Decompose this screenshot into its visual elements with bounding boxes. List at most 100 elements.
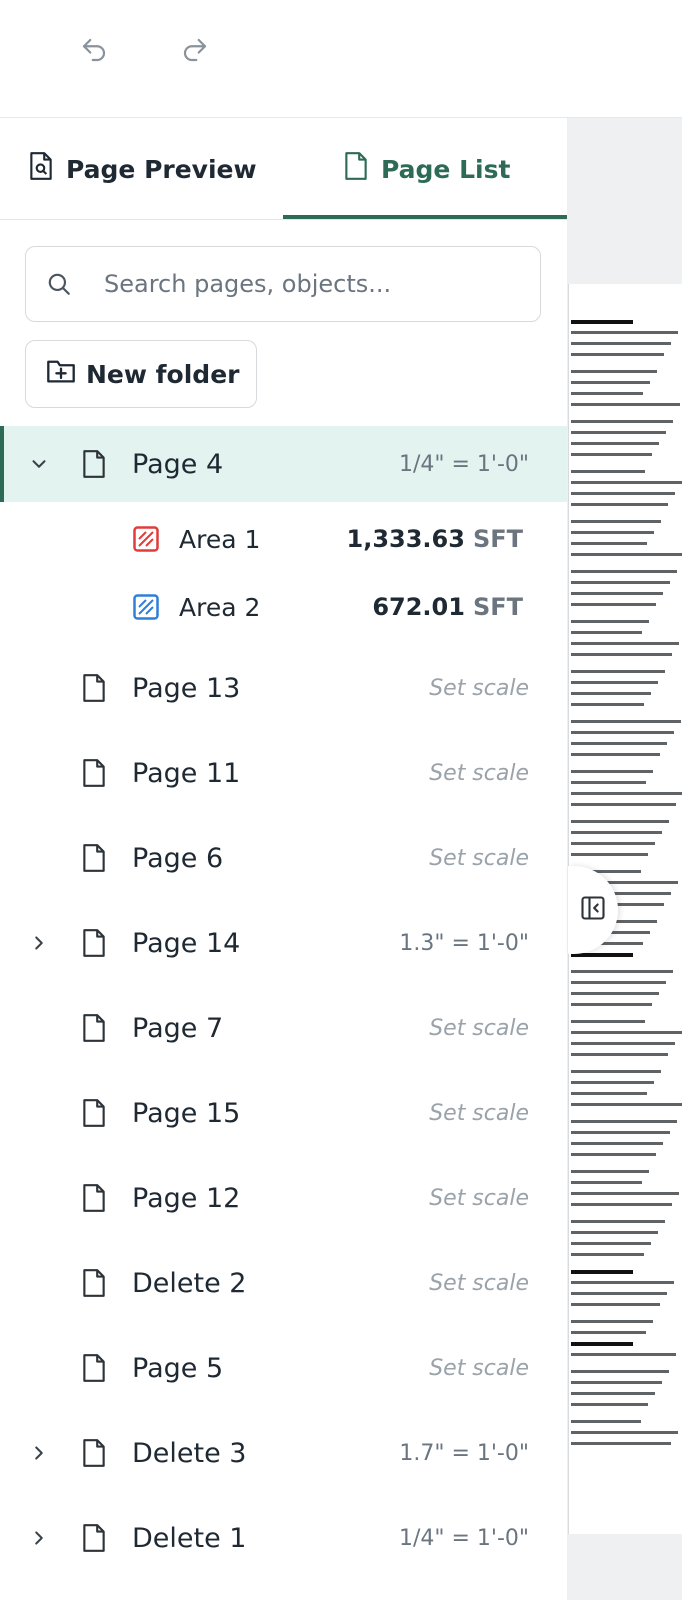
page-icon [82, 449, 106, 479]
sheet-text-line [571, 1353, 676, 1356]
sheet-text-line [571, 1431, 678, 1434]
sheet-text-line [571, 581, 670, 584]
area-name: Area 2 [179, 592, 261, 622]
set-scale-link[interactable]: Set scale [429, 1016, 529, 1041]
sheet-text-line [571, 1170, 649, 1173]
set-scale-link[interactable]: Set scale [429, 761, 529, 786]
page-row[interactable]: Page 12 Set scale [0, 1160, 567, 1236]
page-row[interactable]: Page 4 1/4" = 1'-0" [0, 426, 567, 502]
area-value: 1,333.63 [346, 525, 465, 553]
area-row[interactable]: Area 2 672.01 SFT [0, 574, 567, 640]
page-row[interactable]: Page 14 1.3" = 1'-0" [0, 905, 567, 981]
page-row[interactable]: Page 15 Set scale [0, 1075, 567, 1151]
sheet-text-line [571, 820, 669, 823]
sheet-text-line [571, 1153, 656, 1156]
sheet-text-line [571, 1381, 662, 1384]
page-name: Page 15 [132, 1097, 241, 1129]
collapse-panel-icon [579, 894, 607, 926]
area-row[interactable]: Area 1 1,333.63 SFT [0, 506, 567, 572]
sheet-text-line [571, 1053, 668, 1056]
set-scale-link[interactable]: Set scale [429, 1186, 529, 1211]
search-input[interactable] [104, 270, 524, 298]
set-scale-link[interactable]: Set scale [429, 846, 529, 871]
sheet-text-line [571, 781, 646, 784]
sheet-text-line [571, 753, 660, 756]
page-icon [82, 673, 106, 703]
sheet-text-line [571, 720, 681, 723]
sheet-text-line [571, 770, 653, 773]
sheet-text-line [571, 703, 644, 706]
page-row[interactable]: Page 7 Set scale [0, 990, 567, 1066]
chevron-right-icon[interactable] [27, 931, 51, 955]
undo-icon[interactable] [77, 33, 111, 67]
page-row[interactable]: Delete 2 Set scale [0, 1245, 567, 1321]
sheet-text-line [571, 503, 668, 506]
page-name: Page 11 [132, 757, 241, 789]
sheet-text-line [571, 470, 645, 473]
sheet-text-line [571, 442, 659, 445]
page-row[interactable]: Page 5 Set scale [0, 1330, 567, 1406]
chevron-right-icon[interactable] [27, 1441, 51, 1465]
sheet-text-line [571, 1253, 644, 1256]
page-row[interactable]: Page 13 Set scale [0, 650, 567, 726]
sheet-text-line [571, 570, 677, 573]
area-hatch-icon [133, 594, 159, 620]
sheet-text-line [571, 681, 658, 684]
search-icon [46, 271, 80, 297]
page-name: Page 6 [132, 842, 224, 874]
sheet-heading-line [571, 1342, 633, 1346]
sheet-text-line [571, 553, 682, 556]
sheet-text-line [571, 1120, 677, 1123]
area-name: Area 1 [179, 524, 261, 554]
sheet-text-line [571, 1281, 674, 1284]
redo-icon[interactable] [178, 33, 212, 67]
page-list-icon [343, 151, 369, 187]
sheet-text-line [571, 492, 675, 495]
sheet-heading-line [571, 1270, 633, 1274]
page-icon [82, 1523, 106, 1553]
set-scale-link[interactable]: Set scale [429, 676, 529, 701]
new-folder-button[interactable]: New folder [25, 340, 257, 408]
tab-page-list[interactable]: Page List [343, 118, 510, 220]
page-scale: 1/4" = 1'-0" [398, 1525, 529, 1551]
sheet-text-line [571, 1420, 641, 1423]
sheet-text-line [571, 531, 654, 534]
tab-page-preview-label: Page Preview [66, 154, 257, 184]
sheet-text-line [571, 1020, 645, 1023]
set-scale-link[interactable]: Set scale [429, 1101, 529, 1126]
sheet-text-line [571, 1042, 675, 1045]
page-scale: 1.7" = 1'-0" [399, 1440, 529, 1466]
page-icon [82, 758, 106, 788]
sheet-text-line [571, 1092, 647, 1095]
sheet-text-line [571, 392, 643, 395]
sheet-text-line [571, 853, 648, 856]
set-scale-link[interactable]: Set scale [429, 1271, 529, 1296]
sheet-text-line [571, 592, 663, 595]
sheet-text-line [571, 1131, 670, 1134]
set-scale-link[interactable]: Set scale [429, 1356, 529, 1381]
chevron-right-icon[interactable] [27, 1526, 51, 1550]
sheet-text-line [571, 1070, 661, 1073]
sheet-text-line [571, 1442, 671, 1445]
page-icon [82, 1013, 106, 1043]
page-icon [82, 1438, 106, 1468]
page-row[interactable]: Page 6 Set scale [0, 820, 567, 896]
sheet-heading-line [571, 953, 633, 957]
sheet-text-line [571, 520, 661, 523]
page-name: Page 7 [132, 1012, 224, 1044]
area-measurement: 1,333.63 SFT [347, 525, 524, 553]
sheet-text-line [571, 603, 656, 606]
sheet-text-line [571, 370, 657, 373]
sheet-text-line [571, 792, 682, 795]
sheet-text-line [571, 653, 672, 656]
sheet-text-line [571, 381, 650, 384]
chevron-down-icon[interactable] [27, 452, 51, 476]
sheet-text-line [571, 631, 642, 634]
new-folder-label: New folder [86, 359, 240, 389]
page-row[interactable]: Delete 1 1/4" = 1'-0" [0, 1500, 567, 1576]
page-name: Page 12 [132, 1182, 241, 1214]
sheet-text-line [571, 1031, 682, 1034]
page-row[interactable]: Delete 3 1.7" = 1'-0" [0, 1415, 567, 1491]
tab-page-preview[interactable]: Page Preview [28, 118, 257, 220]
page-row[interactable]: Page 11 Set scale [0, 735, 567, 811]
